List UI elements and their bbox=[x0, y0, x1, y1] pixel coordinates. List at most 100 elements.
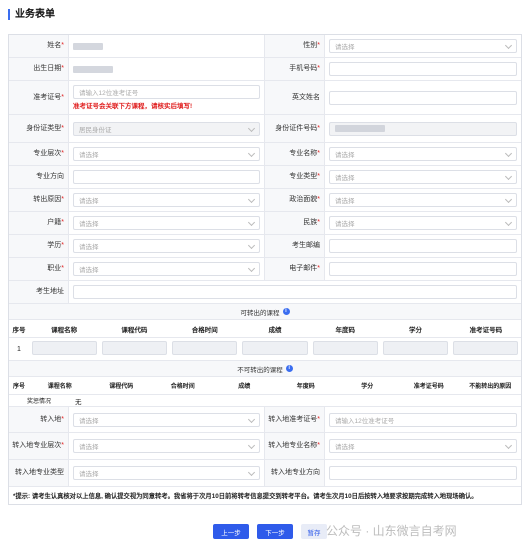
form-row: 奖惩情况 无 bbox=[9, 395, 521, 407]
dest-select[interactable]: 请选择 bbox=[73, 412, 260, 427]
table-cell bbox=[240, 341, 310, 357]
column-header: 成绩 bbox=[268, 326, 282, 334]
form-row: 出生日期 * 手机号码 * bbox=[9, 58, 521, 81]
chevron-down-icon bbox=[504, 195, 513, 204]
name-value bbox=[73, 42, 103, 50]
major-dir-input[interactable] bbox=[73, 170, 260, 184]
postcode-label: 考生邮编 bbox=[265, 235, 325, 257]
major-name-select[interactable]: 请选择 bbox=[329, 147, 517, 161]
chevron-down-icon bbox=[504, 41, 513, 50]
major-type-label: 专业类型 * bbox=[265, 166, 325, 188]
dest-type-select[interactable]: 请选择 bbox=[73, 466, 260, 480]
info-icon[interactable]: i bbox=[285, 365, 293, 372]
form-row: 转入地 * 请选择 转入地准考证号* 请输入12位准考证号 bbox=[9, 407, 521, 433]
edu-label: 学历 * bbox=[9, 235, 69, 257]
cell-input[interactable] bbox=[312, 341, 378, 355]
transfer-courses-header: 可转出的课程 i bbox=[9, 304, 521, 320]
column-header: 课程代码 bbox=[121, 326, 148, 334]
form-row: 户籍 * 请选择 民族 * 请选择 bbox=[9, 212, 521, 235]
dest-label: 转入地 * bbox=[9, 407, 69, 432]
table-cell bbox=[451, 341, 521, 357]
politics-select[interactable]: 请选择 bbox=[329, 193, 517, 207]
id-no-label: 身份证件号码* bbox=[265, 115, 325, 142]
dest-dir-input[interactable] bbox=[329, 466, 517, 480]
gender-select[interactable]: 请选择 bbox=[329, 39, 517, 53]
id-type-select[interactable]: 居民身份证 bbox=[73, 121, 260, 136]
row-index: 1 bbox=[17, 345, 21, 353]
job-select[interactable]: 请选择 bbox=[73, 262, 260, 276]
dest-level-label: 转入地专业层次* bbox=[9, 433, 69, 459]
cell-input[interactable] bbox=[101, 341, 168, 355]
business-form: 姓名 * 性别 * 请选择 出生日期 * 手机号码 * 准考证号 * 请输入12位准考证号… bbox=[8, 34, 522, 505]
ethnic-label: 民族 * bbox=[265, 212, 325, 234]
reason-label: 转出原因 * bbox=[9, 189, 69, 211]
column-header: 学分 bbox=[361, 384, 374, 390]
chevron-down-icon bbox=[247, 218, 256, 227]
hukou-select[interactable]: 请选择 bbox=[73, 216, 260, 230]
politics-label: 政治面貌 * bbox=[265, 189, 325, 211]
next-button[interactable]: 下一步 bbox=[257, 524, 293, 539]
major-name-label: 专业名称 * bbox=[265, 143, 325, 165]
info-icon[interactable]: i bbox=[282, 308, 290, 315]
phone-input[interactable] bbox=[329, 62, 517, 76]
table-cell bbox=[170, 341, 240, 357]
postcode-input[interactable] bbox=[329, 239, 517, 253]
form-row: 姓名 * 性别 * 请选择 bbox=[9, 35, 521, 58]
major-type-select[interactable]: 请选择 bbox=[329, 170, 517, 184]
table-cell bbox=[99, 341, 169, 357]
column-header: 年度码 bbox=[335, 326, 356, 334]
save-draft-button[interactable]: 暂存 bbox=[301, 524, 327, 539]
chevron-down-icon bbox=[247, 468, 256, 477]
chevron-down-icon bbox=[247, 415, 256, 423]
chevron-down-icon bbox=[247, 441, 256, 450]
chevron-down-icon bbox=[247, 241, 256, 250]
cell-input[interactable] bbox=[382, 341, 449, 355]
email-input[interactable] bbox=[329, 262, 517, 276]
column-header: 成绩 bbox=[238, 384, 251, 390]
table-cell bbox=[29, 341, 99, 357]
column-header: 准考证号码 bbox=[469, 326, 503, 334]
column-header: 序号 bbox=[12, 326, 26, 334]
form-row: 专业方向 专业类型 * 请选择 bbox=[9, 166, 521, 189]
ethnic-select[interactable]: 请选择 bbox=[329, 216, 517, 230]
exam-no-input[interactable]: 请输入12位准考证号 bbox=[73, 85, 260, 99]
address-input[interactable] bbox=[73, 285, 517, 299]
id-no-value bbox=[335, 125, 385, 132]
cell-input[interactable] bbox=[31, 341, 97, 355]
prev-button[interactable]: 上一步 bbox=[213, 524, 249, 539]
birth-label: 出生日期 * bbox=[9, 58, 69, 80]
cell-input[interactable] bbox=[453, 341, 519, 355]
notice-text: *提示: 请考生认真核对以上信息, 确认提交视为同意转考。我省将于次月10日前将… bbox=[13, 493, 478, 500]
cell-input[interactable] bbox=[242, 341, 308, 355]
chevron-down-icon bbox=[247, 149, 256, 158]
form-row: 转入地专业类型 请选择 转入地专业方向 bbox=[9, 460, 521, 487]
table-cell bbox=[310, 341, 380, 357]
column-header: 课程名称 bbox=[51, 326, 78, 334]
dest-exam-input[interactable]: 请输入12位准考证号 bbox=[329, 412, 517, 427]
rewards-label: 奖惩情况 bbox=[26, 399, 51, 405]
edu-select[interactable]: 请选择 bbox=[73, 239, 260, 253]
column-header: 年度码 bbox=[296, 384, 315, 390]
en-name-label: 英文姓名 bbox=[265, 81, 325, 114]
level-label: 专业层次 * bbox=[9, 143, 69, 165]
dest-dir-label: 转入地专业方向 bbox=[265, 460, 325, 486]
hukou-label: 户籍 * bbox=[9, 212, 69, 234]
column-header: 课程代码 bbox=[109, 384, 134, 390]
level-select[interactable]: 请选择 bbox=[73, 147, 260, 161]
column-header: 学分 bbox=[409, 326, 423, 334]
dest-level-select[interactable]: 请选择 bbox=[73, 439, 260, 453]
chevron-down-icon bbox=[247, 124, 256, 132]
dest-major-select[interactable]: 请选择 bbox=[329, 439, 517, 453]
reason-select[interactable]: 请选择 bbox=[73, 193, 260, 207]
en-name-input[interactable] bbox=[329, 90, 517, 105]
address-label: 考生地址 bbox=[9, 281, 69, 303]
cell-input[interactable] bbox=[172, 341, 238, 355]
form-row: 专业层次 * 请选择 专业名称 * 请选择 bbox=[9, 143, 521, 166]
id-no-input[interactable] bbox=[329, 121, 517, 136]
chevron-down-icon bbox=[504, 172, 513, 181]
column-header: 课程名称 bbox=[47, 384, 72, 390]
chevron-down-icon bbox=[247, 195, 256, 204]
chevron-down-icon bbox=[504, 149, 513, 158]
email-label: 电子邮件 * bbox=[265, 258, 325, 280]
chevron-down-icon bbox=[504, 218, 513, 227]
